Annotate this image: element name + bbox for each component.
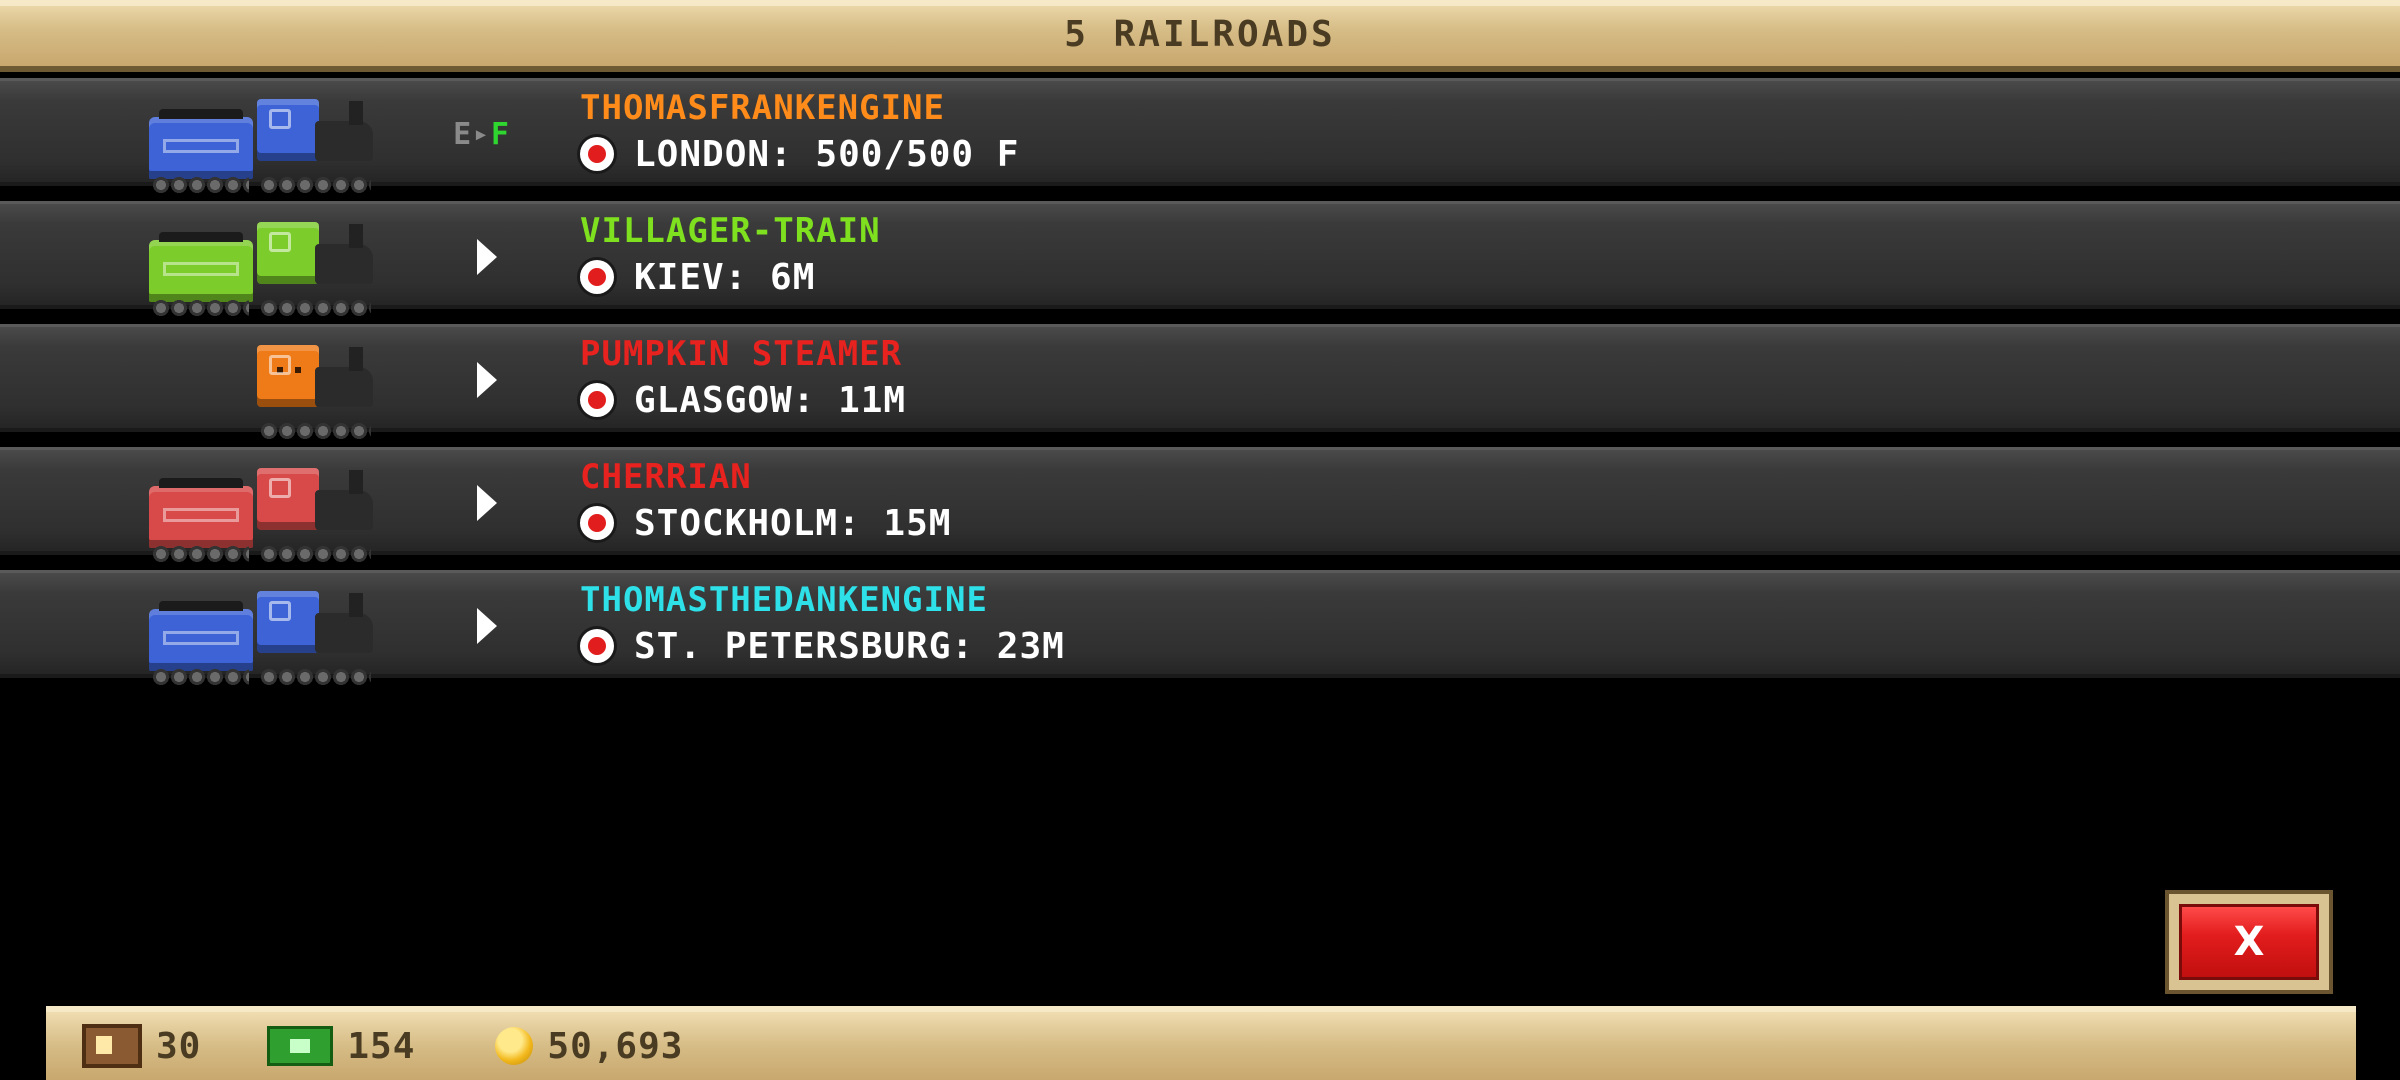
destination-line: LONDON: 500/500 F [580,129,1019,179]
coins-stat: 50,693 [451,1016,683,1076]
tender-car [149,232,253,316]
crates-stat: 30 [82,1016,201,1076]
close-icon: X [2179,904,2319,980]
train-info: PUMPKIN STEAMER GLASGOW: 11M [580,333,906,425]
resource-bar: 30 154 50,693 [46,1006,2356,1080]
coins-count: 50,693 [547,1025,684,1067]
destination-text: LONDON: 500/500 F [634,133,1020,175]
fuel-gauge-icon: E ▸ F [446,109,516,159]
destination-line: ST. PETERSBURG: 23M [580,621,1065,671]
destination-text: ST. PETERSBURG: 23M [634,625,1065,667]
locomotive [257,345,375,439]
destination-line: GLASGOW: 11M [580,375,906,425]
train-row[interactable]: CHERRIAN STOCKHOLM: 15M [0,447,2400,562]
cash-count: 154 [347,1025,416,1067]
train-name: PUMPKIN STEAMER [580,334,903,374]
coin-icon [495,1027,534,1065]
train-sprite [257,337,375,439]
train-sprite [149,460,375,562]
train-row[interactable]: VILLAGER-TRAIN KIEV: 6M [0,201,2400,316]
destination-marker-icon [580,506,614,540]
train-name: CHERRIAN [580,457,752,497]
train-row[interactable]: THOMASTHEDANKENGINE ST. PETERSBURG: 23M [0,570,2400,685]
locomotive [257,222,375,316]
destination-line: STOCKHOLM: 15M [580,498,951,548]
tender-car [149,109,253,193]
destination-text: KIEV: 6M [634,256,816,298]
fuel-full-label: F [490,116,509,152]
play-arrow-icon [446,355,516,405]
train-info: VILLAGER-TRAIN KIEV: 6M [580,210,881,302]
play-arrow-icon [446,601,516,651]
destination-marker-icon [580,260,614,294]
play-arrow-icon [446,232,516,282]
train-sprite [149,214,375,316]
destination-text: STOCKHOLM: 15M [634,502,952,544]
locomotive [257,591,375,685]
train-info: THOMASFRANKENGINE LONDON: 500/500 F [580,87,1019,179]
train-name: THOMASTHEDANKENGINE [580,580,988,620]
train-name: VILLAGER-TRAIN [580,211,881,251]
destination-marker-icon [580,629,614,663]
destination-line: KIEV: 6M [580,252,881,302]
train-row[interactable]: E ▸ F THOMASFRANKENGINE LONDON: 500/500 F [0,78,2400,193]
tender-car [149,478,253,562]
title-bar: 5 RAILROADS [0,0,2400,72]
train-info: CHERRIAN STOCKHOLM: 15M [580,456,951,548]
train-sprite [149,91,375,193]
train-info: THOMASTHEDANKENGINE ST. PETERSBURG: 23M [580,579,1065,671]
page-title: 5 RAILROADS [1064,14,1336,55]
train-sprite [149,583,375,685]
crates-count: 30 [156,1025,202,1067]
play-arrow-icon [446,478,516,528]
destination-text: GLASGOW: 11M [634,379,907,421]
destination-marker-icon [580,137,614,171]
close-button[interactable]: X [2165,890,2333,994]
locomotive [257,468,375,562]
fuel-empty-label: E [453,116,472,152]
train-name: THOMASFRANKENGINE [580,88,945,128]
crate-icon [82,1024,142,1068]
tender-car [149,601,253,685]
train-row[interactable]: PUMPKIN STEAMER GLASGOW: 11M [0,324,2400,439]
locomotive [257,99,375,193]
fuel-arrow-icon: ▸ [473,119,489,149]
cash-stat: 154 [237,1016,415,1076]
destination-marker-icon [580,383,614,417]
train-list: E ▸ F THOMASFRANKENGINE LONDON: 500/500 F VIL… [0,78,2400,693]
cash-icon [267,1026,334,1066]
